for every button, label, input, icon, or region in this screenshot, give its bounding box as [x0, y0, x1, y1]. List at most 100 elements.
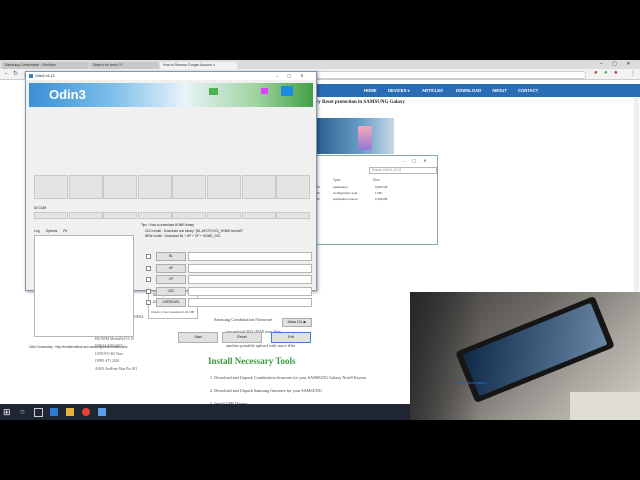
- reload-icon[interactable]: ↻: [13, 70, 18, 77]
- cell-type: Application extens...: [333, 197, 360, 201]
- menu-icon[interactable]: ⋮: [630, 70, 636, 77]
- file-path-field[interactable]: [188, 252, 312, 261]
- nav-home[interactable]: HOME: [364, 84, 377, 97]
- cell-size: 2,400 KB: [375, 197, 388, 201]
- com-slot: [276, 212, 311, 219]
- edge-icon[interactable]: [50, 408, 58, 416]
- file-path-field[interactable]: [188, 263, 312, 273]
- column-type[interactable]: Type: [333, 178, 340, 182]
- file-explorer-window: – ▢ ✕ Search Odin3_v3.13 Type Size PM App…: [310, 155, 438, 245]
- popular-device-link[interactable]: ASUS ZenFone Max Pro M1: [95, 367, 144, 374]
- tips-line: Tips : How to download HOME binary: [141, 223, 195, 227]
- port-slot: [34, 175, 68, 199]
- browser-tab[interactable]: Search for Imeiv 07: [90, 62, 159, 69]
- status-items: 3 items: [151, 310, 161, 314]
- nav-contact[interactable]: CONTACT: [518, 84, 538, 97]
- nav-about[interactable]: ABOUT: [492, 84, 507, 97]
- nav-download[interactable]: DOWNLOAD: [456, 84, 481, 97]
- folder-icon[interactable]: [66, 408, 74, 416]
- file-path-field[interactable]: [188, 286, 312, 296]
- tab-label: Samsung Combination - FirmMan: [5, 63, 56, 67]
- file-checkbox[interactable]: [146, 288, 151, 294]
- task-view-icon[interactable]: [34, 408, 43, 417]
- tips-line: NEW model : Download BL + AP + CP + HOME…: [145, 234, 221, 238]
- tab-pit[interactable]: Pit: [63, 229, 67, 233]
- cell-type: Configuration setti...: [333, 191, 360, 195]
- com-slot: [241, 212, 276, 219]
- extension-icon[interactable]: ●: [604, 70, 608, 76]
- phone-image: [358, 126, 372, 150]
- port-slot: [241, 175, 276, 199]
- odin-app-icon: [29, 74, 33, 78]
- com-slot: [172, 212, 207, 219]
- browser-tab-active[interactable]: How to Remove Google Account o: [160, 62, 237, 69]
- explorer-status: 3 items 1 item selected 1.01 MB: [151, 310, 194, 314]
- search-icon[interactable]: ○: [20, 407, 25, 416]
- odin-window: Odin3 v3.13 – ▢ ✕ Odin3 ID:COM Log Optio…: [25, 71, 317, 349]
- nav-devices[interactable]: DEVICES ▾: [388, 84, 410, 97]
- window-controls[interactable]: – ▢ ✕: [403, 158, 430, 163]
- mass-dl-button[interactable]: Mass D/L ▶: [282, 318, 312, 327]
- com-slot: [207, 212, 241, 219]
- explorer-search-input[interactable]: Search Odin3_v3.13: [369, 167, 437, 174]
- phone-video-overlay: Install Necessary: [410, 292, 640, 420]
- odin-logo: Odin3: [49, 87, 86, 102]
- chrome-icon[interactable]: [82, 408, 90, 416]
- file-checkbox[interactable]: [146, 254, 151, 259]
- popular-device-link[interactable]: OPPO A71 2018: [95, 359, 144, 366]
- chat-icon: [261, 88, 268, 94]
- com-slot: [137, 212, 172, 219]
- odin-community-link[interactable]: Odin Community : http://mobilerndhub.sec…: [29, 345, 128, 349]
- window-controls[interactable]: – ▢ ✕: [600, 61, 638, 68]
- cell-size: 1 KB: [375, 191, 382, 195]
- reset-button[interactable]: Reset: [222, 332, 262, 343]
- cell-type: Application: [333, 185, 348, 189]
- tab-options[interactable]: Options: [46, 229, 58, 233]
- bullet-item: another possible upload with more files: [226, 343, 296, 348]
- file-checkbox[interactable]: [146, 300, 151, 305]
- popular-device-link[interactable]: HUAWEI MediaPad T3 10: [95, 337, 144, 344]
- table-row[interactable]: PM Application extens... 2,400 KB: [315, 197, 433, 202]
- browser-tab-bar: Samsung Combination - FirmMan Search for…: [0, 60, 640, 69]
- exit-button[interactable]: Exit: [271, 332, 311, 343]
- odin-tabs: Log Options Pit: [34, 229, 67, 233]
- file-path-field[interactable]: [188, 298, 312, 307]
- com-slot: [103, 212, 138, 219]
- tab-label: Search for Imeiv 07: [93, 63, 123, 67]
- chat-icon: [209, 88, 218, 95]
- desktop-screen: Samsung Combination - FirmMan Search for…: [0, 60, 640, 420]
- odin-task-icon[interactable]: [98, 408, 106, 416]
- file-button-userdata[interactable]: USERDATA: [156, 298, 186, 307]
- step-item: 1. Download and Unpack Combination firmw…: [210, 375, 367, 380]
- file-button-cp[interactable]: CP: [156, 275, 186, 284]
- file-checkbox[interactable]: [146, 265, 151, 271]
- odin-banner: Odin3: [29, 83, 313, 107]
- window-controls[interactable]: – ▢ ✕: [276, 72, 308, 80]
- file-button-csc[interactable]: CSC: [156, 286, 186, 296]
- extension-icon[interactable]: ●: [594, 70, 598, 76]
- windows-start-icon[interactable]: ⊞: [3, 407, 11, 418]
- file-path-field[interactable]: [188, 275, 312, 284]
- com-slot: [34, 212, 68, 219]
- port-slot: [68, 175, 103, 199]
- bullet-item: Samsung Combination Firmware: [214, 317, 273, 322]
- nav-articles[interactable]: ARTICLES: [422, 84, 443, 97]
- browser-tab[interactable]: Samsung Combination - FirmMan: [2, 62, 89, 69]
- file-button-ap[interactable]: AP: [156, 263, 186, 273]
- popular-device-link[interactable]: LENOVO K6 Note: [95, 352, 144, 359]
- column-size[interactable]: Size: [373, 178, 380, 182]
- tab-log[interactable]: Log: [34, 229, 40, 233]
- hand-shadow: [410, 292, 480, 420]
- back-icon[interactable]: ←: [4, 70, 10, 76]
- file-checkbox[interactable]: [146, 277, 151, 282]
- start-button[interactable]: Start: [178, 332, 218, 343]
- table-row[interactable]: PM Application 3,091 KB: [315, 185, 433, 190]
- odin-title: Odin3 v3.13: [35, 74, 55, 78]
- port-slot: [103, 175, 138, 199]
- log-textarea[interactable]: [34, 235, 134, 337]
- tips-line: OLD model : Download one binary "(BL,AP,…: [145, 229, 243, 233]
- section-title: Install Necessary Tools: [208, 356, 296, 366]
- extension-icon[interactable]: ●: [614, 70, 618, 76]
- table-row[interactable]: PM Configuration setti... 1 KB: [315, 191, 433, 196]
- file-button-bl[interactable]: BL: [156, 252, 186, 261]
